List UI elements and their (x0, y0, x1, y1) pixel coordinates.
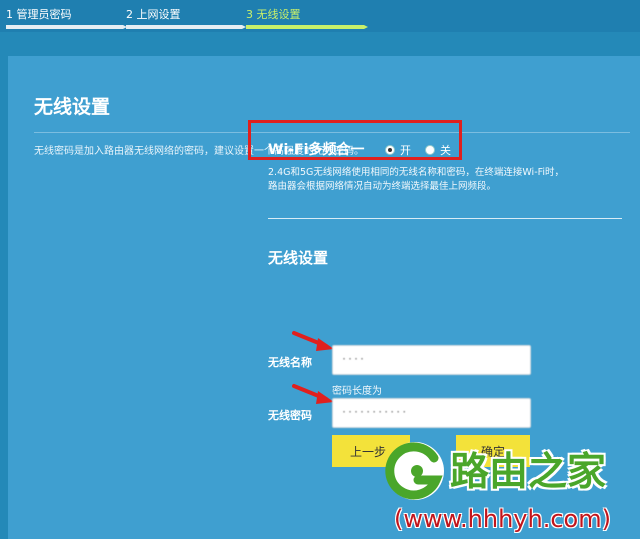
radio-off-label: 关 (440, 144, 451, 157)
hint-line: 2.4G和5G无线网络使用相同的无线名称和密码，在终端连接Wi-Fi时， (268, 167, 565, 178)
step-wireless-settings: 3 无线设置 (246, 0, 368, 32)
step-progress-bar (246, 25, 368, 29)
watermark-url: (www.hhhyh.com) (394, 505, 611, 533)
wifi-multiband-hint: 2.4G和5G无线网络使用相同的无线名称和密码，在终端连接Wi-Fi时， 路由器… (268, 166, 564, 194)
arrow-icon (292, 384, 334, 404)
step-admin-password: 1 管理员密码 (6, 0, 127, 32)
radio-unselected-icon[interactable] (425, 145, 435, 155)
radio-selected-icon[interactable] (385, 145, 395, 155)
section-title: 无线设置 (268, 249, 329, 267)
arrow-icon (292, 331, 334, 351)
radio-on[interactable]: 开 (385, 142, 411, 158)
watermark-brand: 路由之家 (450, 450, 607, 495)
watermark-logo-icon (385, 442, 444, 500)
radio-on-label: 开 (400, 144, 411, 157)
step-progress-bar (6, 25, 127, 29)
wifi-multiband-title: Wi-Fi多频合一 (268, 142, 365, 158)
password-hint: 密码长度为 (332, 386, 382, 397)
divider (268, 218, 622, 219)
setup-steps: 1 管理员密码 2 上网设置 3 无线设置 (0, 0, 640, 32)
ssid-input[interactable]: ···· (332, 345, 531, 375)
password-label: 无线密码 (268, 409, 312, 422)
page-title: 无线设置 (34, 96, 111, 118)
radio-off[interactable]: 关 (425, 142, 451, 158)
hint-line: 路由器会根据网络情况自动为终端选择最佳上网频段。 (268, 181, 497, 192)
password-input[interactable]: ··········· (332, 398, 531, 428)
step-progress-bar (126, 25, 246, 29)
step-internet-settings: 2 上网设置 (126, 0, 246, 32)
ssid-label: 无线名称 (268, 356, 312, 369)
